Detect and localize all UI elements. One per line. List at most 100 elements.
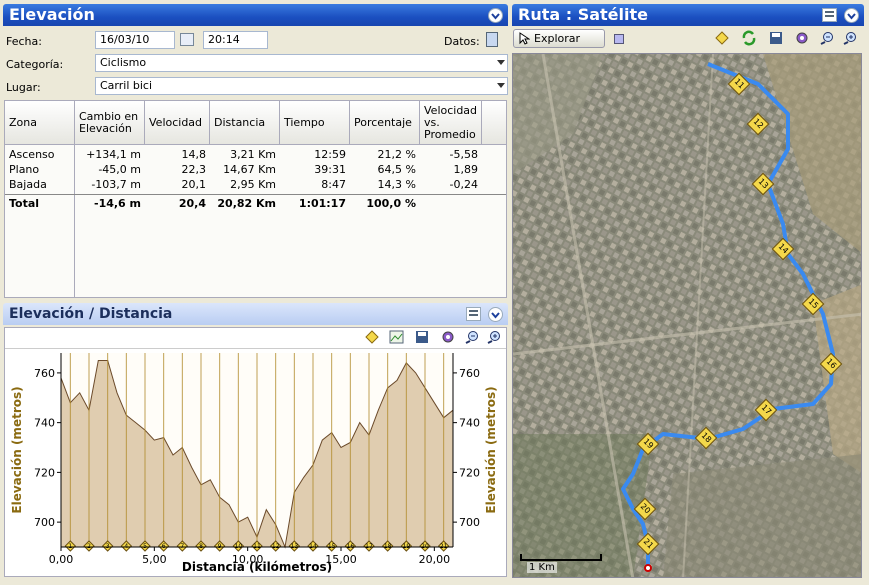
table-cell — [420, 196, 482, 211]
x-tick-label: 5,00 — [142, 553, 167, 566]
table-cell: 21,2 % — [377, 148, 416, 161]
datos-icon[interactable] — [486, 32, 498, 47]
col-header-distancia[interactable]: Distancia — [210, 101, 280, 145]
table-cell: 20,82 Km — [217, 197, 276, 210]
table-cell: 14,8 — [181, 148, 207, 161]
chevron-down-icon — [497, 60, 505, 65]
zoom-out-icon[interactable] — [820, 31, 834, 45]
col-header-tiempo[interactable]: Tiempo — [280, 101, 350, 145]
table-cell: 14,3 % — [377, 178, 416, 191]
table-row[interactable]: Ascenso +134,1 m 14,8 3,21 Km 12:59 21,2 % -5,… — [5, 147, 506, 162]
save-icon[interactable] — [769, 31, 783, 45]
table-cell: 64,5 % — [377, 163, 416, 176]
col-header-velocidad-promedio[interactable]: Velocidad vs. Promedio — [420, 101, 482, 145]
col-header-zona[interactable]: Zona — [5, 101, 75, 145]
table-cell: 1:01:17 — [298, 197, 346, 210]
ruta-title-bar: Ruta : Satélite — [512, 4, 864, 26]
y-axis-label: Elevación (metros) — [10, 386, 24, 513]
chart-collapse-button[interactable] — [488, 307, 503, 322]
table-cell: -45,0 m — [98, 163, 141, 176]
col-header-porcentaje[interactable]: Porcentaje — [350, 101, 420, 145]
table-cell: 20,1 — [181, 178, 207, 191]
elevation-chart[interactable]: 1234567891011121314151617181920217607607… — [5, 349, 506, 576]
table-cell: -14,6 m — [94, 197, 141, 210]
categoria-label: Categoría: — [6, 58, 64, 71]
table-row[interactable]: Bajada -103,7 m 20,1 2,95 Km 8:47 14,3 % -0,24 — [5, 177, 506, 192]
col-header-cambio[interactable]: Cambio en Elevación — [75, 101, 145, 145]
y-tick-label-right: 700 — [459, 516, 480, 529]
elevacion-title-bar: Elevación — [3, 4, 508, 26]
x-axis-label: Distancia (kilómetros) — [182, 560, 332, 574]
chart-title-bar: Elevación / Distancia — [3, 303, 508, 325]
table-cell: -5,58 — [449, 148, 478, 161]
y-tick-label: 740 — [34, 417, 55, 430]
chevron-down-icon — [847, 13, 856, 20]
table-cell: -103,7 m — [91, 178, 141, 191]
table-cell: 22,3 — [181, 163, 207, 176]
chart-title: Elevación / Distancia — [9, 306, 173, 322]
table-row[interactable]: Plano -45,0 m 22,3 14,67 Km 39:31 64,5 % 1,89 — [5, 162, 506, 177]
y-tick-label-right: 740 — [459, 417, 480, 430]
calendar-icon[interactable] — [180, 33, 194, 46]
elevacion-collapse-button[interactable] — [488, 8, 503, 23]
y-tick-label-right: 720 — [459, 466, 480, 479]
chart-layout-button[interactable] — [466, 307, 481, 321]
elevacion-title: Elevación — [9, 5, 95, 24]
refresh-icon[interactable] — [741, 30, 757, 46]
y-tick-label-right: 760 — [459, 367, 480, 380]
ruta-layout-button[interactable] — [822, 8, 837, 22]
chevron-down-icon — [497, 83, 505, 88]
x-tick-label: 20,00 — [419, 553, 451, 566]
table-cell: 14,67 Km — [223, 163, 276, 176]
fecha-label: Fecha: — [6, 35, 42, 48]
lugar-select[interactable]: Carril bici — [95, 77, 508, 95]
diamond-icon[interactable] — [715, 31, 729, 45]
col-header-velocidad[interactable]: Velocidad — [145, 101, 210, 145]
settings-icon[interactable] — [795, 31, 809, 45]
total-separator — [5, 194, 506, 195]
table-cell: Plano — [9, 163, 40, 176]
table-cell: 12:59 — [314, 148, 346, 161]
table-cell: 8:47 — [321, 178, 346, 191]
satellite-map[interactable]: 11 12 13 14 15 16 17 18 19 20 21 1 Km — [512, 53, 862, 578]
table-total-row[interactable]: Total -14,6 m 20,4 20,82 Km 1:01:17 100,0 % — [5, 196, 506, 211]
chart-toolbar-diamond-icon[interactable] — [365, 330, 379, 344]
chart-image-icon[interactable] — [389, 330, 404, 344]
table-cell: 100,0 % — [366, 197, 416, 210]
y-axis-label-right: Elevación (metros) — [484, 386, 498, 513]
zoom-in-icon[interactable] — [487, 330, 501, 344]
save-icon[interactable] — [415, 330, 429, 344]
ruta-collapse-button[interactable] — [844, 8, 859, 23]
table-cell: +134,1 m — [86, 148, 141, 161]
table-cell: 1,89 — [453, 163, 479, 176]
table-cell: 20,4 — [178, 197, 206, 210]
col-header-filler — [482, 101, 506, 145]
settings-icon[interactable] — [441, 330, 455, 344]
hora-field[interactable]: 20:14 — [203, 31, 268, 49]
fecha-field[interactable]: 16/03/10 — [95, 31, 175, 49]
table-cell: Total — [9, 197, 40, 210]
table-cell: -0,24 — [449, 178, 478, 191]
datos-label: Datos: — [444, 35, 480, 48]
zoom-in-icon[interactable] — [843, 31, 857, 45]
table-cell: 3,21 Km — [230, 148, 276, 161]
ruta-title: Ruta : Satélite — [518, 5, 648, 24]
y-tick-label: 700 — [34, 516, 55, 529]
satellite-image — [513, 54, 861, 577]
zoom-out-icon[interactable] — [465, 330, 479, 344]
chevron-down-icon — [491, 312, 500, 319]
explorar-button[interactable]: Explorar — [513, 29, 605, 48]
lugar-label: Lugar: — [6, 81, 41, 94]
zonas-table: Zona Cambio en Elevación Velocidad Dista… — [4, 100, 507, 298]
explorar-label: Explorar — [534, 32, 581, 45]
chevron-down-icon — [491, 13, 500, 20]
y-tick-label: 760 — [34, 367, 55, 380]
map-scale-label: 1 Km — [527, 562, 557, 573]
y-tick-label: 720 — [34, 466, 55, 479]
categoria-select[interactable]: Ciclismo — [95, 54, 508, 72]
table-cell: 39:31 — [314, 163, 346, 176]
select-square-icon[interactable] — [614, 34, 624, 44]
table-cell: Ascenso — [9, 148, 55, 161]
cursor-icon — [519, 32, 530, 45]
table-cell: 2,95 Km — [230, 178, 276, 191]
